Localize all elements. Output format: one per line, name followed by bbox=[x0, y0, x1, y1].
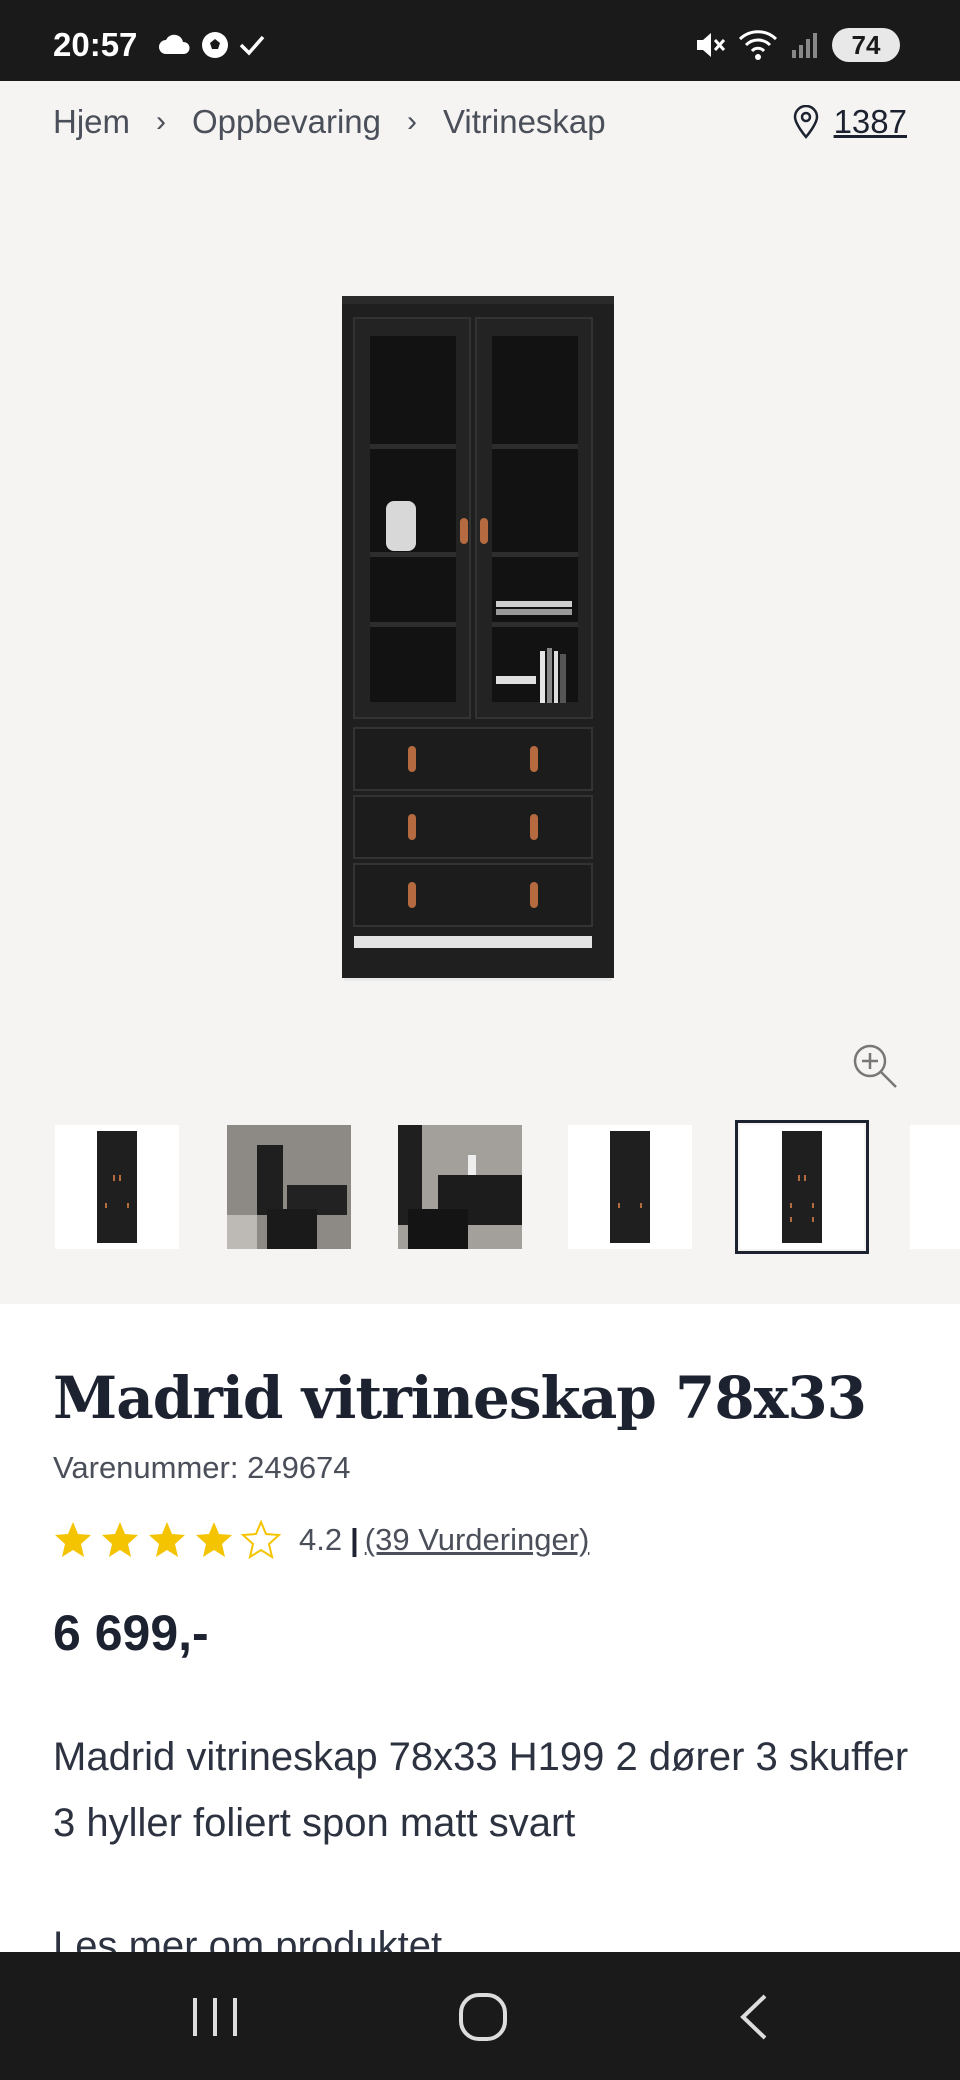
store-selector[interactable]: 1387 bbox=[792, 103, 907, 141]
thumbnail-3[interactable] bbox=[398, 1125, 522, 1249]
status-time: 20:57 bbox=[53, 26, 138, 63]
rating-stars bbox=[53, 1520, 281, 1560]
thumbnail-6[interactable] bbox=[910, 1125, 960, 1249]
product-rating: 4.2 | (39 Vurderinger) bbox=[53, 1520, 589, 1560]
star-empty-icon bbox=[241, 1520, 281, 1560]
breadcrumb-home[interactable]: Hjem bbox=[53, 103, 130, 141]
signal-icon bbox=[792, 33, 817, 58]
battery-level: 74 bbox=[851, 29, 881, 60]
star-filled-icon bbox=[196, 1522, 232, 1557]
store-number[interactable]: 1387 bbox=[834, 103, 907, 141]
battery-indicator: 74 bbox=[832, 28, 900, 62]
zoom-in-icon[interactable] bbox=[850, 1041, 900, 1091]
product-title: Madrid vitrineskap 78x33 bbox=[53, 1364, 867, 1432]
mute-icon bbox=[697, 33, 726, 57]
status-notification-icons bbox=[158, 30, 266, 60]
soccer-ball-icon bbox=[202, 32, 228, 58]
thumbnail-4[interactable] bbox=[568, 1125, 692, 1249]
back-icon[interactable] bbox=[725, 1992, 785, 2042]
home-icon[interactable] bbox=[453, 1992, 513, 2042]
wifi-icon bbox=[738, 30, 778, 60]
status-system-icons: 74 bbox=[694, 28, 900, 62]
breadcrumb-current[interactable]: Vitrineskap bbox=[443, 103, 606, 141]
chevron-right-icon: › bbox=[156, 105, 167, 138]
chevron-right-icon: › bbox=[406, 105, 417, 138]
recent-apps-icon[interactable] bbox=[185, 1992, 245, 2042]
product-price: 6 699,- bbox=[53, 1605, 209, 1661]
star-filled-icon bbox=[149, 1522, 185, 1557]
read-more-link[interactable]: Les mer om produktet bbox=[53, 1924, 442, 1952]
status-bar: 20:57 74 bbox=[0, 0, 960, 81]
thumbnail-5[interactable] bbox=[735, 1120, 869, 1254]
thumbnail-2[interactable] bbox=[227, 1125, 351, 1249]
reviews-link[interactable]: (39 Vurderinger) bbox=[365, 1522, 590, 1558]
product-gallery-area: Hjem › Oppbevaring › Vitrineskap 1387 bbox=[0, 81, 960, 1304]
check-icon bbox=[239, 35, 265, 56]
thumbnail-1[interactable] bbox=[55, 1125, 179, 1249]
star-filled-icon bbox=[102, 1522, 138, 1557]
product-main-image[interactable] bbox=[340, 296, 616, 981]
product-details: Madrid vitrineskap 78x33 Varenummer: 249… bbox=[0, 1304, 960, 1952]
system-navigation-bar bbox=[0, 1952, 960, 2080]
breadcrumb-storage[interactable]: Oppbevaring bbox=[192, 103, 381, 141]
rating-value: 4.2 bbox=[299, 1522, 343, 1557]
location-pin-icon bbox=[793, 105, 818, 139]
product-sku: Varenummer: 249674 bbox=[53, 1450, 351, 1485]
star-filled-icon bbox=[55, 1522, 91, 1557]
thumbnail-strip bbox=[55, 1120, 960, 1254]
cloud-icon bbox=[159, 34, 190, 54]
product-description: Madrid vitrineskap 78x33 H199 2 dører 3 … bbox=[53, 1735, 909, 1845]
rating-separator: | bbox=[350, 1522, 359, 1557]
breadcrumb: Hjem › Oppbevaring › Vitrineskap bbox=[53, 103, 606, 141]
